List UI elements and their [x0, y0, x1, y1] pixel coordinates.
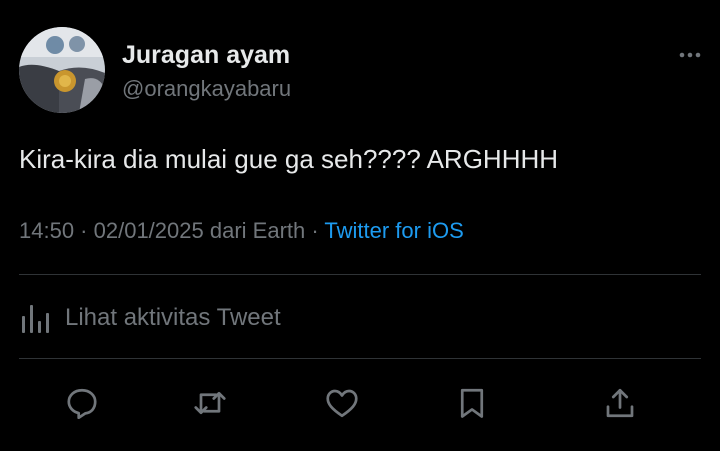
share-button[interactable] — [600, 383, 640, 423]
divider — [19, 274, 701, 275]
tweet-time[interactable]: 14:50 — [19, 218, 74, 243]
meta-separator: · — [74, 218, 94, 243]
share-icon — [606, 388, 634, 418]
tweet-date[interactable]: 02/01/2025 — [94, 218, 204, 243]
reply-icon — [67, 388, 97, 420]
more-options-button[interactable] — [670, 40, 710, 70]
meta-separator: · — [305, 218, 325, 243]
tweet-meta: 14:50 · 02/01/2025 dari Earth · Twitter … — [19, 218, 464, 244]
display-name[interactable]: Juragan ayam — [122, 41, 290, 70]
user-handle[interactable]: @orangkayabaru — [122, 76, 291, 102]
view-tweet-activity-label: Lihat aktivitas Tweet — [65, 304, 281, 331]
reply-button[interactable] — [62, 383, 102, 423]
heart-icon — [326, 389, 358, 418]
tweet-source-link[interactable]: Twitter for iOS — [324, 218, 463, 243]
analytics-icon — [22, 305, 49, 333]
bookmark-icon — [460, 388, 484, 418]
divider — [19, 358, 701, 359]
view-tweet-activity-button[interactable]: Lihat aktivitas Tweet — [19, 298, 281, 338]
more-icon — [679, 52, 701, 58]
tweet-location: dari Earth — [209, 218, 306, 243]
retweet-icon — [194, 391, 226, 415]
retweet-button[interactable] — [190, 383, 230, 423]
tweet-text: Kira-kira dia mulai gue ga seh???? ARGHH… — [19, 144, 559, 174]
avatar[interactable] — [19, 27, 105, 113]
bookmark-button[interactable] — [452, 383, 492, 423]
avatar-photo — [19, 27, 105, 113]
like-button[interactable] — [322, 383, 362, 423]
